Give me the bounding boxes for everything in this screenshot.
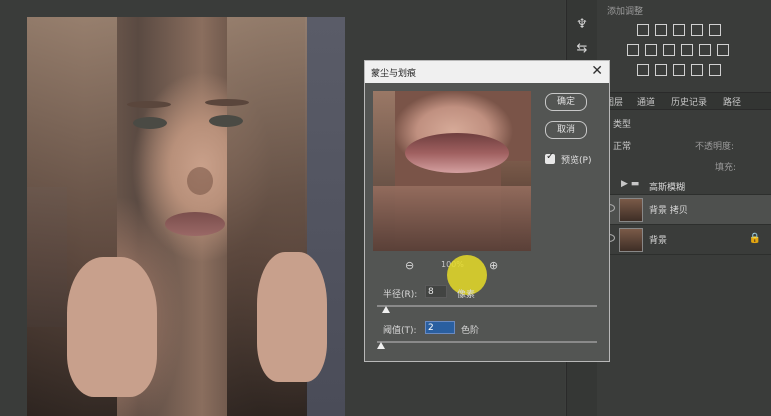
preview-chin: [373, 186, 531, 251]
preview-checkbox[interactable]: [545, 151, 555, 164]
layer-thumbnail: [619, 228, 643, 252]
threshold-icon[interactable]: [673, 64, 685, 76]
photo-nose: [187, 167, 213, 195]
right-panel: 添加调整 图层 通道 历史记录 路径 类型 正常 不透明度: 填充: ▶ ▬ 高…: [597, 0, 771, 416]
adjust-icon[interactable]: ⇆: [575, 42, 589, 56]
zoom-out-icon[interactable]: ⊖: [405, 259, 414, 272]
layer-row-selected[interactable]: 背景 拷贝: [597, 195, 771, 225]
opacity-label: 不透明度:: [695, 142, 735, 152]
curves-icon[interactable]: [673, 24, 685, 36]
photo-brow-right: [205, 99, 249, 106]
tab-channels[interactable]: 通道: [637, 95, 655, 108]
tab-history[interactable]: 历史记录: [671, 95, 707, 108]
mixer-icon[interactable]: [699, 44, 711, 56]
blend-mode-select[interactable]: 正常: [613, 139, 631, 152]
bw-icon[interactable]: [663, 44, 675, 56]
layer-row[interactable]: 背景 🔒: [597, 225, 771, 255]
layer-name: 背景 拷贝: [649, 206, 688, 216]
lookup-icon[interactable]: [717, 44, 729, 56]
photo-brow-left: [127, 101, 171, 108]
layer-group-row[interactable]: ▶ ▬ 高斯模糊: [597, 176, 771, 195]
photo-lips: [165, 212, 225, 236]
photo-eye-left: [133, 117, 167, 129]
radius-unit: 像素: [457, 290, 476, 300]
balance-icon[interactable]: [645, 44, 657, 56]
filter-preview[interactable]: [373, 91, 531, 251]
threshold-slider-track[interactable]: [377, 341, 597, 343]
hue-icon[interactable]: [627, 44, 639, 56]
exposure-icon[interactable]: [691, 24, 703, 36]
lock-icon: 🔒: [748, 233, 761, 244]
layer-kind-filter[interactable]: 类型: [613, 117, 631, 130]
threshold-label: 阈值(T):: [383, 326, 417, 336]
photo-hand-right: [257, 252, 327, 382]
layer-name: 高斯模糊: [649, 183, 686, 193]
gradient-map-icon[interactable]: [691, 64, 703, 76]
zoom-in-icon[interactable]: ⊕: [489, 259, 498, 272]
threshold-input[interactable]: 2: [425, 321, 455, 334]
preview-lips: [405, 133, 509, 173]
layer-name: 背景: [649, 236, 668, 246]
photo-hand-left: [67, 257, 157, 397]
dust-scratches-dialog: 蒙尘与划痕 ✕ 确定 取消 预览(P) ⊖ 100% ⊕ 半径(R): 8 像素…: [364, 60, 610, 362]
fill-label: 填充:: [715, 163, 737, 173]
photo-filter-icon[interactable]: [681, 44, 693, 56]
preview-checkbox-label: 预览(P): [561, 156, 592, 166]
levels-icon[interactable]: [655, 24, 667, 36]
selective-color-icon[interactable]: [709, 64, 721, 76]
dialog-titlebar[interactable]: 蒙尘与划痕 ✕: [365, 61, 609, 83]
layer-thumbnail: [619, 198, 643, 222]
posterize-icon[interactable]: [655, 64, 667, 76]
portrait-image[interactable]: [27, 17, 345, 416]
brush-icon[interactable]: ♆: [575, 18, 589, 32]
invert-icon[interactable]: [637, 64, 649, 76]
ok-button[interactable]: 确定: [545, 93, 587, 111]
radius-slider-track[interactable]: [377, 305, 597, 307]
tab-paths[interactable]: 路径: [723, 95, 741, 108]
panel-tabs: 图层 通道 历史记录 路径: [597, 92, 771, 110]
radius-input[interactable]: 8: [425, 285, 447, 298]
brightness-icon[interactable]: [637, 24, 649, 36]
folder-icon: ▶ ▬: [621, 179, 640, 189]
close-icon[interactable]: ✕: [591, 63, 603, 79]
photo-eye-right: [209, 115, 243, 127]
dialog-title: 蒙尘与划痕: [371, 69, 417, 79]
radius-label: 半径(R):: [383, 290, 418, 300]
cancel-button[interactable]: 取消: [545, 121, 587, 139]
vibrance-icon[interactable]: [709, 24, 721, 36]
threshold-unit: 色阶: [461, 326, 480, 336]
adjust-panel-title: 添加调整: [607, 7, 644, 17]
threshold-slider-handle[interactable]: [377, 342, 385, 349]
radius-slider-handle[interactable]: [382, 306, 390, 313]
